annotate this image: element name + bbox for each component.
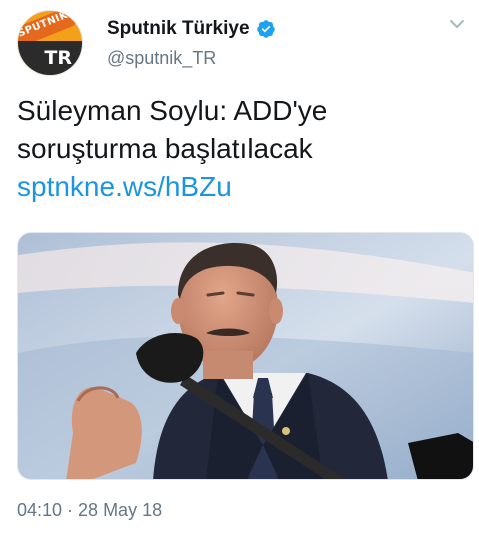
avatar-badge-text: TR: [44, 47, 72, 69]
author-name-row[interactable]: Sputnik Türkiye: [107, 18, 276, 40]
tweet-link[interactable]: sptnkne.ws/hBZu: [17, 168, 467, 206]
tweet-photo[interactable]: [17, 232, 474, 480]
photo-illustration: [18, 233, 473, 479]
author-display-name[interactable]: Sputnik Türkiye: [107, 18, 250, 40]
avatar[interactable]: SPUTNIK TR: [17, 10, 83, 76]
verified-badge-icon: [256, 19, 276, 39]
author-handle[interactable]: @sputnik_TR: [107, 48, 216, 69]
chevron-down-icon[interactable]: [447, 14, 467, 34]
tweet-text-line: Süleyman Soylu: ADD'ye: [17, 95, 328, 126]
tweet-timestamp[interactable]: 04:10 · 28 May 18: [17, 500, 162, 521]
tweet-header: SPUTNIK TR Sputnik Türkiye @sputnik_TR: [17, 10, 467, 80]
tweet[interactable]: SPUTNIK TR Sputnik Türkiye @sputnik_TR S…: [0, 0, 479, 535]
tweet-text-line: soruşturma başlatılacak: [17, 133, 313, 164]
tweet-text: Süleyman Soylu: ADD'ye soruşturma başlat…: [17, 92, 467, 206]
